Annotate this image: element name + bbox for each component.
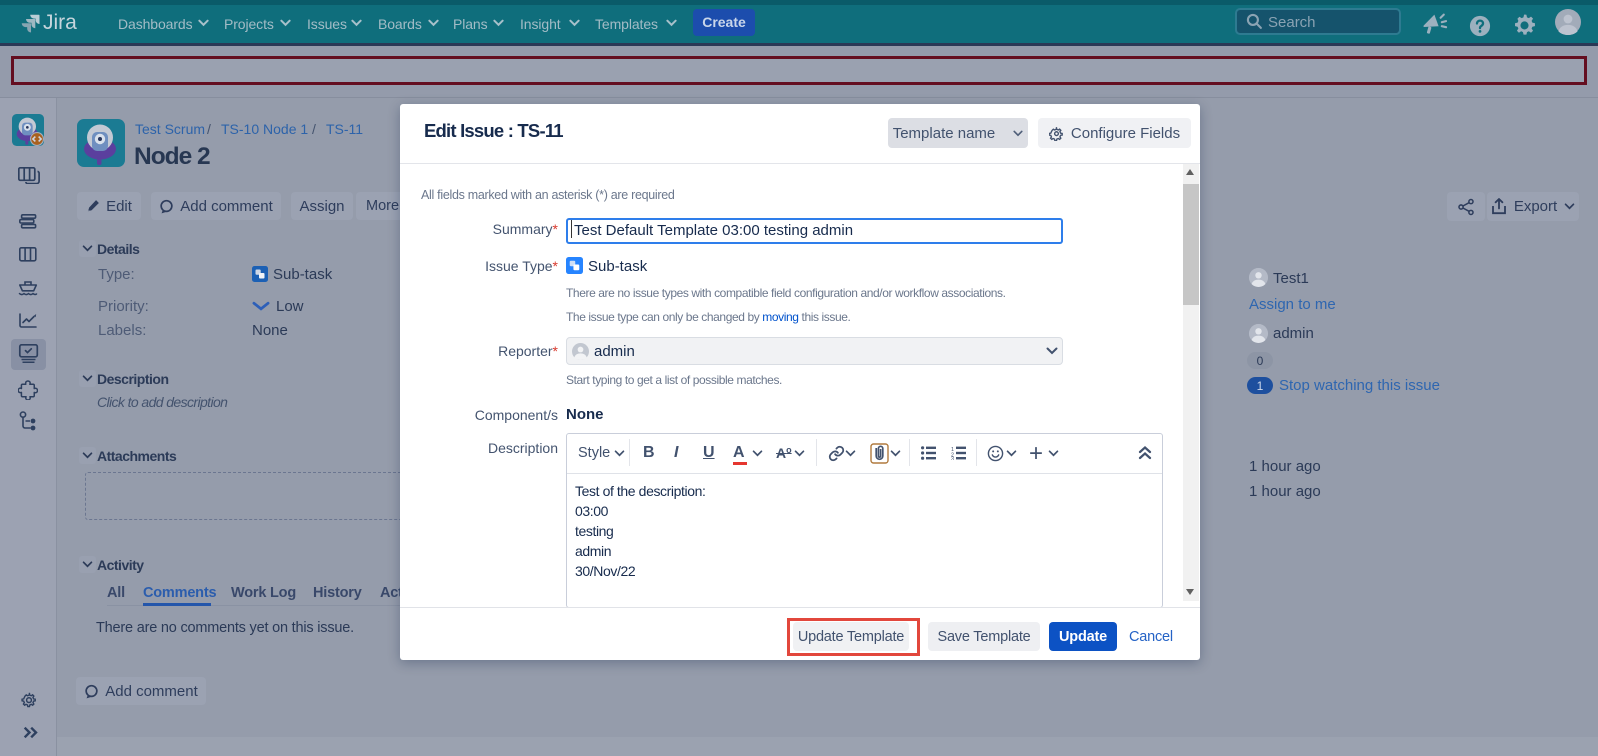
svg-text:3: 3 [951,457,954,460]
